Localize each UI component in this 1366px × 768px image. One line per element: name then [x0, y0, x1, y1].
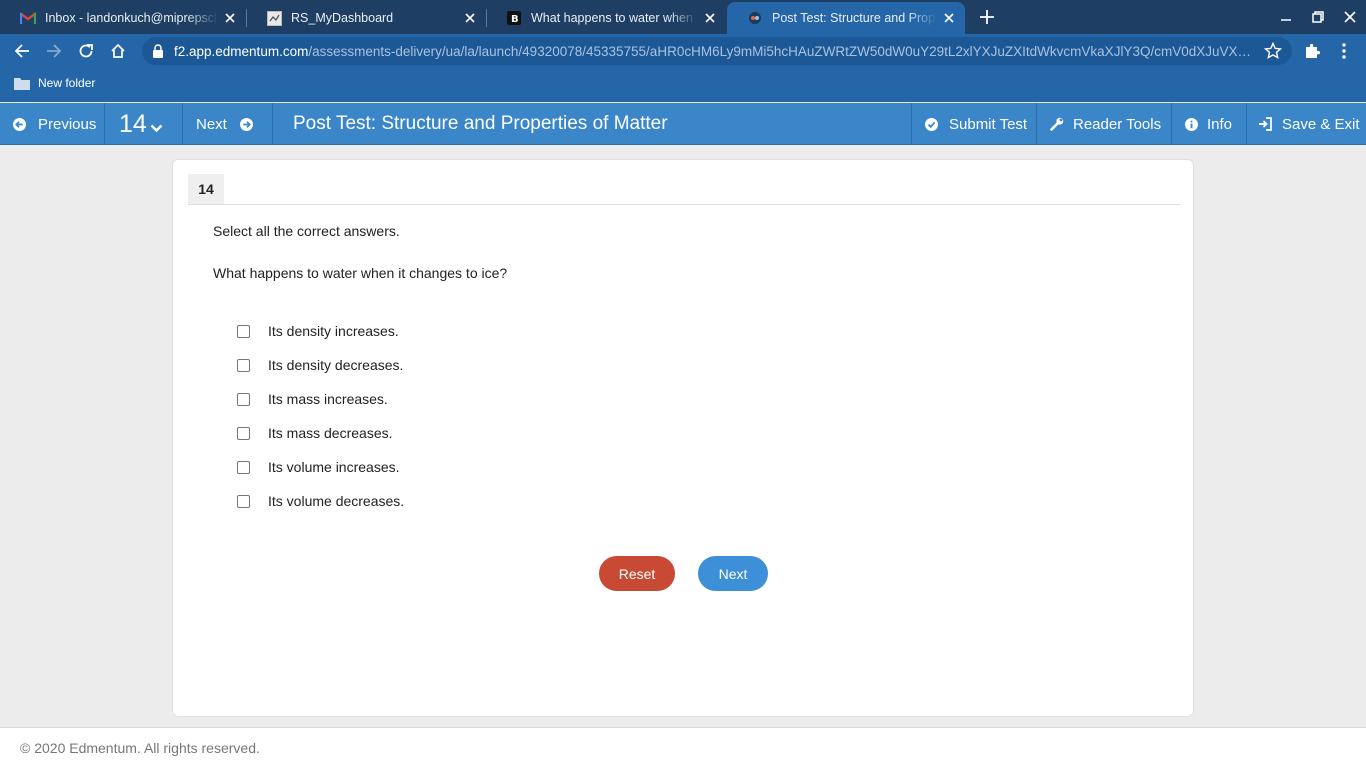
save-exit-button[interactable]: Save & Exit [1258, 103, 1360, 145]
extensions-puzzle-icon[interactable] [1300, 39, 1324, 63]
answer-option-label: Its volume decreases. [268, 493, 405, 509]
tab-title: RS_MyDashboard [291, 11, 394, 25]
close-tab-icon[interactable] [462, 10, 478, 26]
previous-label: Previous [38, 115, 97, 133]
answer-option[interactable]: Its mass increases. [237, 391, 388, 407]
bookmark-star-icon[interactable] [1263, 41, 1283, 60]
answer-option[interactable]: Its density decreases. [237, 357, 403, 373]
close-tab-icon[interactable] [702, 10, 718, 26]
back-arrow-icon[interactable] [10, 39, 34, 63]
close-tab-icon[interactable] [941, 10, 957, 26]
browser-toolbar: f2.app.edmentum.com/assessments-delivery… [0, 34, 1366, 68]
check-circle-icon [924, 117, 938, 131]
url-text: f2.app.edmentum.com/assessments-delivery… [174, 44, 1254, 59]
answer-checkbox[interactable] [237, 460, 250, 474]
tab-title: What happens to water when it changes to… [531, 11, 698, 25]
reload-icon[interactable] [74, 39, 98, 63]
answer-option[interactable]: Its mass decreases. [237, 425, 393, 441]
save-exit-label: Save & Exit [1282, 115, 1360, 133]
answer-option-label: Its density decreases. [268, 357, 404, 373]
minimize-icon[interactable] [1274, 6, 1298, 28]
next-question-button[interactable]: Next [196, 103, 254, 145]
bookmark-folder-label: New folder [38, 76, 96, 90]
question-number: 14 [119, 109, 147, 138]
tab-brainly-question[interactable]: B What happens to water when it changes … [486, 2, 726, 34]
answer-option-label: Its density increases. [268, 323, 399, 339]
bookmark-folder[interactable]: New folder [14, 76, 95, 90]
dashboard-page-icon [266, 10, 282, 26]
info-label: Info [1207, 115, 1233, 133]
answer-checkbox[interactable] [237, 494, 250, 508]
restore-icon[interactable] [1306, 6, 1330, 28]
tab-title: Post Test: Structure and Properties of M… [772, 11, 937, 25]
toolbar-separator [1246, 103, 1247, 145]
folder-icon [14, 76, 30, 90]
answer-option[interactable]: Its density increases. [237, 323, 399, 339]
toolbar-separator [272, 103, 273, 145]
answer-checkbox[interactable] [237, 324, 250, 338]
toolbar-separator [911, 103, 912, 145]
browser-tab-strip: Inbox - landonkuch@miprepschool.com RS_M… [0, 0, 1366, 34]
previous-button[interactable]: Previous [12, 103, 96, 145]
toolbar-separator [104, 103, 105, 145]
answer-option[interactable]: Its volume decreases. [237, 493, 404, 509]
gmail-icon [20, 10, 36, 26]
wrench-icon [1050, 117, 1064, 131]
divider [188, 204, 1180, 205]
answer-checkbox[interactable] [237, 392, 250, 406]
answer-option-label: Its volume increases. [268, 459, 400, 475]
lock-icon [152, 44, 166, 58]
address-bar[interactable]: f2.app.edmentum.com/assessments-delivery… [142, 37, 1292, 65]
home-icon[interactable] [106, 39, 130, 63]
assessment-toolbar: Previous 14 Next Post Test: Structure an… [0, 103, 1366, 145]
answer-option-label: Its mass decreases. [268, 425, 393, 441]
submit-test-button[interactable]: Submit Test [924, 103, 1027, 145]
next-button[interactable]: Next [698, 556, 768, 591]
info-button[interactable]: Info [1184, 103, 1232, 145]
tab-post-test[interactable]: Post Test: Structure and Properties of M… [727, 2, 965, 34]
toolbar-separator [1171, 103, 1172, 145]
toolbar-separator [1036, 103, 1037, 145]
answer-checkbox[interactable] [237, 358, 250, 372]
test-title: Post Test: Structure and Properties of M… [293, 113, 668, 134]
info-icon [1184, 117, 1198, 131]
submit-test-label: Submit Test [949, 115, 1028, 133]
url-path: /assessments-delivery/ua/la/launch/49320… [308, 44, 1254, 59]
previous-arrow-icon [12, 117, 26, 131]
close-window-icon[interactable] [1338, 6, 1362, 28]
copyright-text: © 2020 Edmentum. All rights reserved. [20, 740, 260, 756]
tab-title: Inbox - landonkuch@miprepschool.com [45, 11, 218, 25]
reader-tools-button[interactable]: Reader Tools [1050, 103, 1161, 145]
edmentum-icon [747, 10, 763, 26]
brainly-icon: B [506, 10, 522, 26]
url-host: f2.app.edmentum.com [174, 44, 309, 59]
answer-checkbox[interactable] [237, 426, 250, 440]
tab-dashboard[interactable]: RS_MyDashboard [246, 2, 486, 34]
bookmarks-bar: New folder [0, 68, 1366, 102]
next-label: Next [196, 115, 227, 133]
answer-option-label: Its mass increases. [268, 391, 388, 407]
question-card: 14 Select all the correct answers. What … [172, 159, 1194, 717]
browser-menu-icon[interactable] [1332, 39, 1356, 63]
forward-arrow-icon[interactable] [42, 39, 66, 63]
question-prompt: What happens to water when it changes to… [213, 265, 508, 281]
chevron-down-icon [150, 120, 163, 137]
next-arrow-icon [240, 117, 254, 131]
question-number-badge: 14 [188, 174, 224, 204]
new-tab-plus-icon[interactable] [976, 6, 998, 28]
question-number-dropdown[interactable]: 14 [119, 103, 163, 145]
toolbar-separator [182, 103, 183, 145]
close-tab-icon[interactable] [222, 10, 238, 26]
reader-tools-label: Reader Tools [1073, 115, 1162, 133]
svg-text:B: B [511, 14, 519, 25]
tab-gmail-inbox[interactable]: Inbox - landonkuch@miprepschool.com [0, 2, 246, 34]
question-instruction: Select all the correct answers. [213, 223, 400, 239]
sign-in-arrow-icon [1258, 117, 1272, 131]
reset-button[interactable]: Reset [599, 556, 675, 591]
page-footer: © 2020 Edmentum. All rights reserved. [0, 727, 1366, 768]
answer-option[interactable]: Its volume increases. [237, 459, 400, 475]
